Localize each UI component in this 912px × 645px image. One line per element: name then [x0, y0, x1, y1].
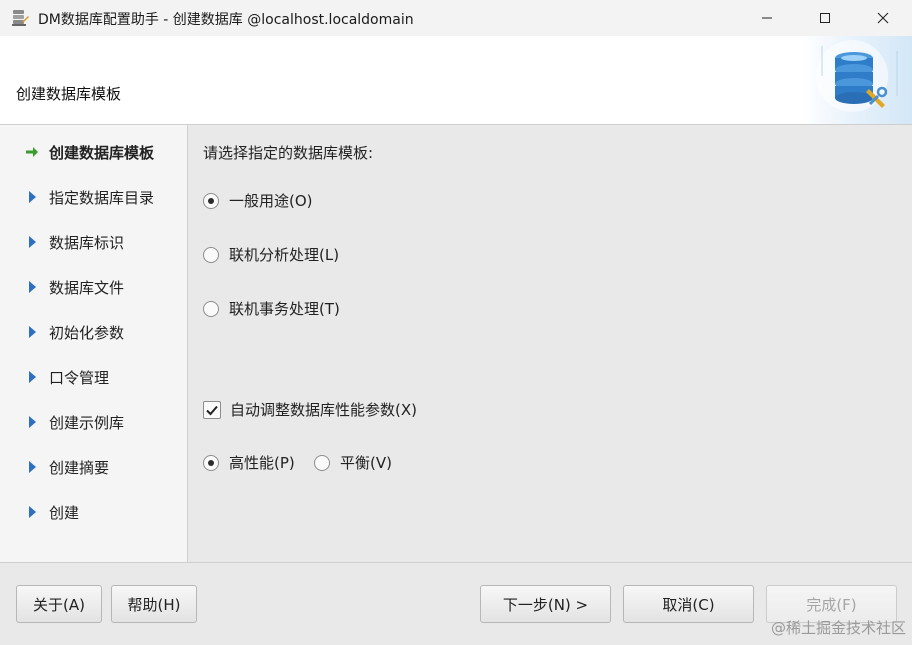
wizard-header: 创建数据库模板: [0, 36, 912, 125]
nav-item-db-identity[interactable]: 数据库标识: [0, 227, 187, 257]
radio-indicator: [203, 192, 219, 209]
radio-label: 联机分析处理(L): [229, 246, 340, 264]
nav-item-label: 数据库文件: [49, 279, 125, 297]
radio-label: 一般用途(O): [229, 192, 313, 210]
nav-item-label: 创建数据库模板: [49, 144, 155, 162]
triangle-right-icon: [29, 191, 36, 203]
triangle-right-icon: [29, 506, 36, 518]
nav-item-label: 口令管理: [49, 369, 110, 387]
radio-olap[interactable]: 联机分析处理(L): [203, 244, 339, 265]
minimize-icon: [762, 17, 772, 19]
radio-indicator: [314, 454, 330, 471]
nav-item-label: 初始化参数: [49, 324, 125, 342]
next-button[interactable]: 下一步(N) >: [480, 585, 611, 623]
about-button[interactable]: 关于(A): [16, 585, 102, 623]
radio-balanced[interactable]: 平衡(V): [314, 452, 392, 473]
nav-item-init-params[interactable]: 初始化参数: [0, 317, 187, 347]
auto-tune-checkbox[interactable]: 自动调整数据库性能参数(X): [203, 399, 417, 420]
maximize-button[interactable]: [796, 0, 854, 36]
triangle-right-icon: [29, 236, 36, 248]
triangle-right-icon: [29, 326, 36, 338]
radio-label: 高性能(P): [229, 454, 295, 472]
radio-high-performance[interactable]: 高性能(P): [203, 452, 295, 473]
radio-label: 联机事务处理(T): [229, 300, 340, 318]
template-selection-panel: 请选择指定的数据库模板: 一般用途(O) 联机分析处理(L) 联机事务处理(T)…: [188, 125, 912, 562]
checkbox-indicator: [203, 400, 221, 419]
triangle-right-icon: [29, 416, 36, 428]
nav-item-label: 指定数据库目录: [49, 189, 155, 207]
help-button[interactable]: 帮助(H): [111, 585, 197, 623]
radio-general-purpose[interactable]: 一般用途(O): [203, 190, 313, 211]
nav-item-password-mgmt[interactable]: 口令管理: [0, 362, 187, 392]
button-bar: 关于(A) 帮助(H) 下一步(N) > 取消(C) 完成(F): [0, 562, 912, 645]
nav-item-summary[interactable]: 创建摘要: [0, 452, 187, 482]
checkmark-icon: [206, 405, 218, 415]
triangle-right-icon: [29, 461, 36, 473]
window-title: DM数据库配置助手 - 创建数据库 @localhost.localdomain: [38, 12, 414, 28]
nav-item-label: 创建摘要: [49, 459, 110, 477]
close-button[interactable]: [854, 0, 912, 36]
close-icon: [877, 12, 889, 24]
page-title: 创建数据库模板: [16, 85, 122, 103]
database-icon: [816, 40, 898, 112]
nav-item-db-files[interactable]: 数据库文件: [0, 272, 187, 302]
header-graphic: [802, 36, 912, 124]
nav-item-create-template[interactable]: 创建数据库模板: [0, 137, 187, 167]
radio-indicator: [203, 454, 219, 471]
arrow-right-icon: [26, 147, 38, 157]
nav-item-label: 创建示例库: [49, 414, 125, 432]
triangle-right-icon: [29, 371, 36, 383]
nav-item-create[interactable]: 创建: [0, 497, 187, 527]
template-prompt: 请选择指定的数据库模板:: [203, 144, 374, 162]
cancel-button[interactable]: 取消(C): [623, 585, 754, 623]
radio-indicator: [203, 300, 219, 317]
wizard-steps-nav: 创建数据库模板 指定数据库目录 数据库标识 数据库文件 初始化参数 口令管理 创…: [0, 125, 188, 562]
maximize-icon: [820, 13, 830, 23]
nav-item-db-directory[interactable]: 指定数据库目录: [0, 182, 187, 212]
minimize-button[interactable]: [738, 0, 796, 36]
nav-item-sample-db[interactable]: 创建示例库: [0, 407, 187, 437]
nav-item-label: 数据库标识: [49, 234, 125, 252]
app-icon: [12, 10, 29, 26]
finish-button[interactable]: 完成(F): [766, 585, 897, 623]
nav-item-label: 创建: [49, 504, 80, 522]
radio-oltp[interactable]: 联机事务处理(T): [203, 298, 340, 319]
triangle-right-icon: [29, 281, 36, 293]
title-bar: DM数据库配置助手 - 创建数据库 @localhost.localdomain: [0, 0, 912, 36]
radio-label: 平衡(V): [340, 454, 392, 472]
radio-indicator: [203, 246, 219, 263]
checkbox-label: 自动调整数据库性能参数(X): [230, 401, 417, 419]
